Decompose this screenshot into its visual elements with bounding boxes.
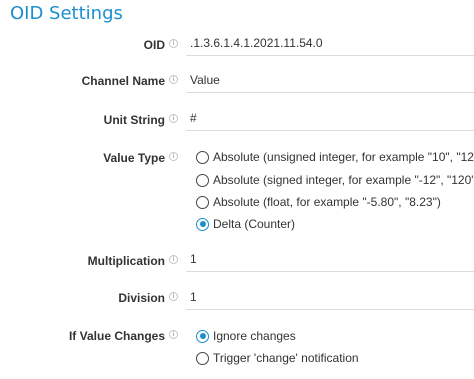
division-field[interactable]: 1	[186, 284, 474, 310]
radio-unchecked-icon[interactable]	[196, 351, 209, 365]
oid-info-icon[interactable]: i	[169, 39, 178, 48]
if-value-changes-option-ignore[interactable]: Ignore changes	[196, 329, 296, 343]
if-value-changes-option-label: Trigger 'change' notification	[213, 351, 359, 365]
radio-checked-icon[interactable]	[196, 217, 209, 231]
value-type-option-delta[interactable]: Delta (Counter)	[196, 217, 295, 231]
value-type-option-label: Delta (Counter)	[213, 217, 296, 231]
value-type-option-label: Absolute (signed integer, for example "-…	[213, 173, 474, 187]
multiplication-info-icon[interactable]: i	[169, 255, 178, 264]
radio-unchecked-icon[interactable]	[196, 195, 209, 209]
multiplication-field[interactable]: 1	[186, 246, 474, 272]
if-value-changes-label: If Value Changes	[68, 329, 165, 343]
radio-checked-icon[interactable]	[196, 329, 209, 343]
division-label: Division	[118, 291, 165, 305]
division-info-icon[interactable]: i	[169, 292, 178, 301]
channel-name-field[interactable]: Value	[186, 67, 474, 93]
value-type-option-unsigned[interactable]: Absolute (unsigned integer, for example …	[196, 150, 474, 164]
value-type-option-signed[interactable]: Absolute (signed integer, for example "-…	[196, 173, 474, 187]
channel-name-info-icon[interactable]: i	[169, 75, 178, 84]
unit-string-info-icon[interactable]: i	[169, 114, 178, 123]
value-type-option-float[interactable]: Absolute (float, for example "-5.80", "8…	[196, 195, 441, 209]
value-type-option-label: Absolute (float, for example "-5.80", "8…	[213, 195, 441, 209]
value-type-option-label: Absolute (unsigned integer, for example …	[213, 150, 474, 164]
if-value-changes-option-trigger[interactable]: Trigger 'change' notification	[196, 351, 359, 365]
unit-string-label: Unit String	[103, 113, 165, 127]
radio-unchecked-icon[interactable]	[196, 150, 209, 164]
if-value-changes-info-icon[interactable]: i	[169, 330, 178, 339]
oid-field[interactable]: .1.3.6.1.4.1.2021.11.54.0	[186, 30, 474, 56]
if-value-changes-option-label: Ignore changes	[213, 329, 296, 343]
channel-name-label: Channel Name	[81, 74, 165, 88]
multiplication-label: Multiplication	[87, 254, 165, 268]
oid-label: OID	[143, 38, 165, 52]
unit-string-field[interactable]: #	[186, 105, 474, 131]
page-title: OID Settings	[10, 3, 123, 24]
value-type-info-icon[interactable]: i	[169, 152, 178, 161]
radio-unchecked-icon[interactable]	[196, 173, 209, 187]
value-type-label: Value Type	[103, 151, 165, 165]
